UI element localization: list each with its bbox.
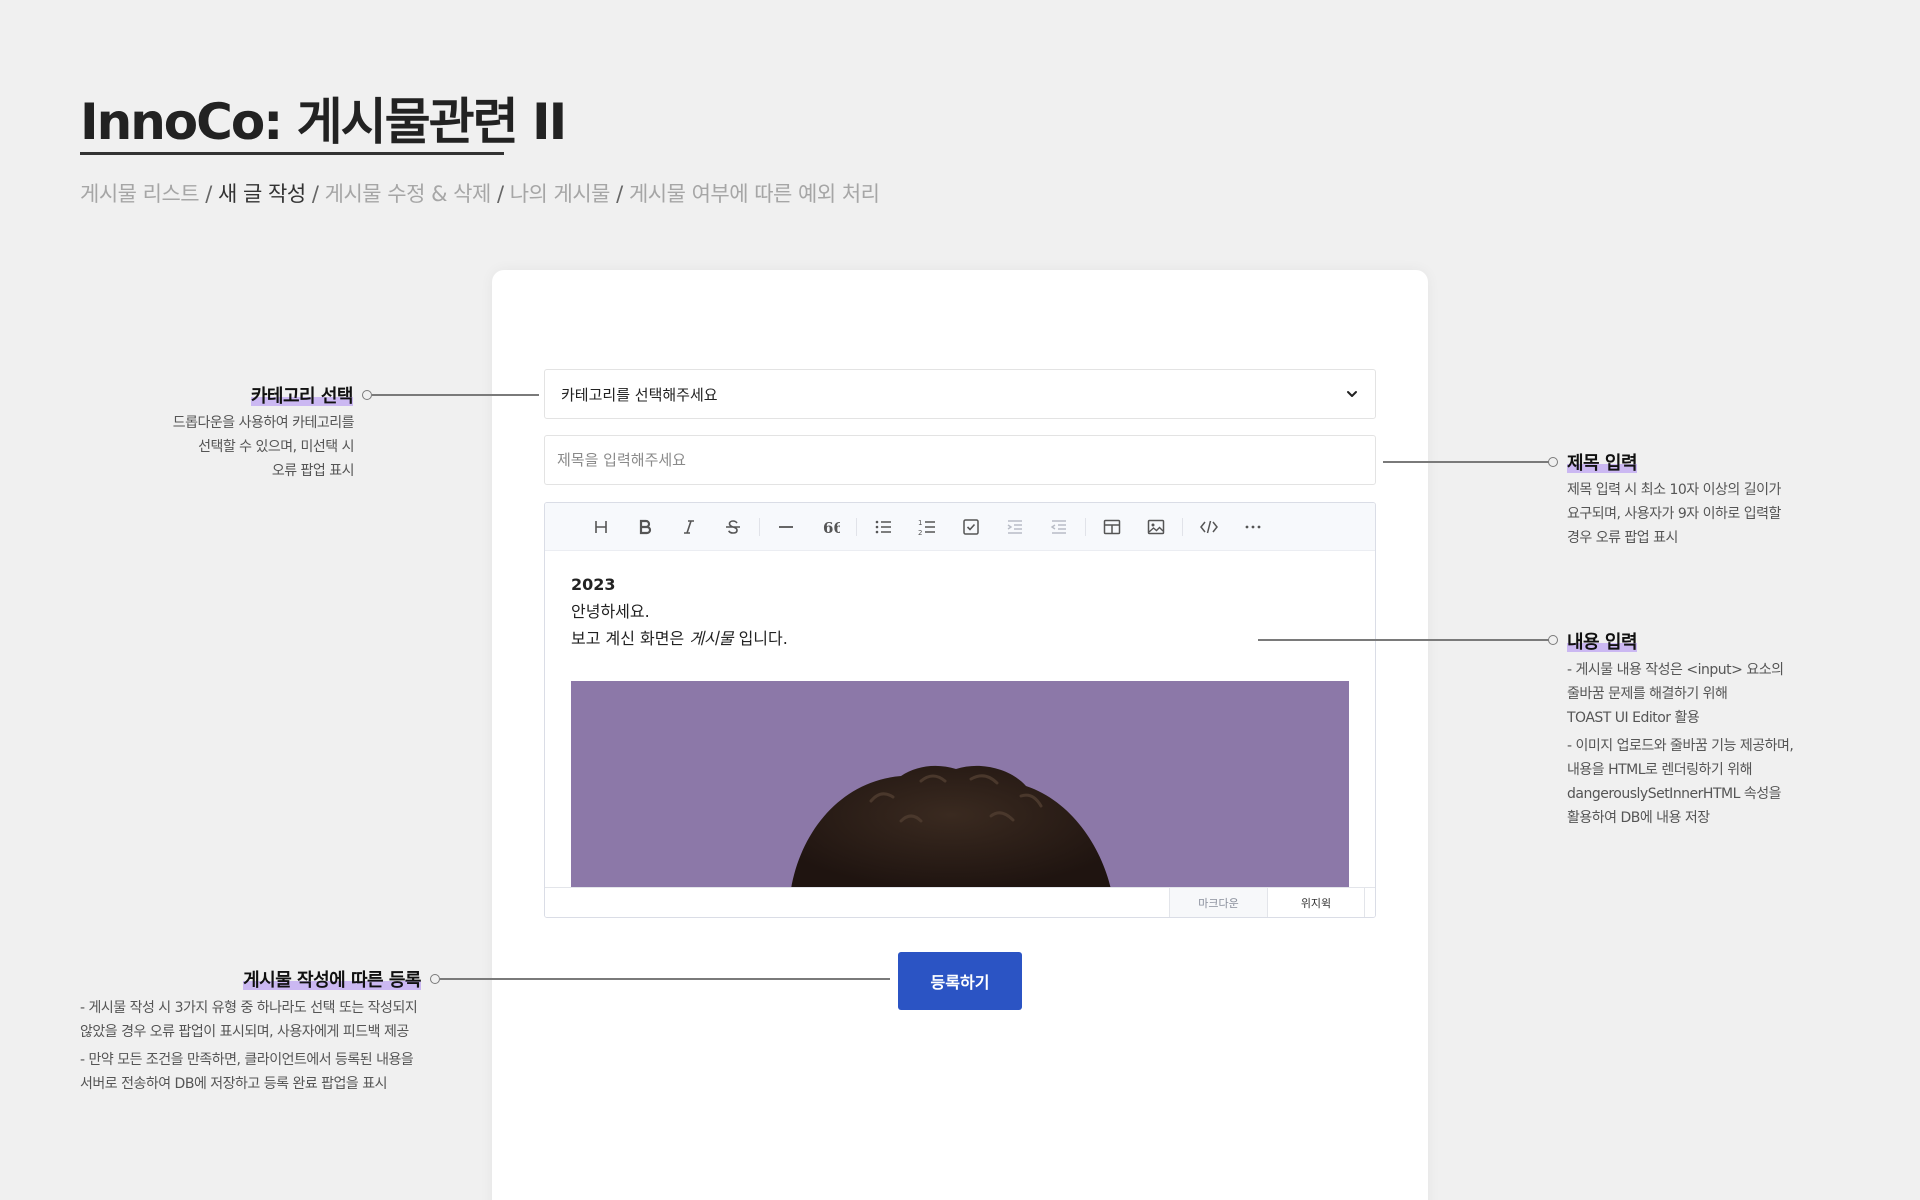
image-icon[interactable] [1134,503,1178,551]
annotation-line: 제목 입력 시 최소 10자 이상의 길이가 [1567,482,1781,498]
title-underline [80,152,504,155]
breadcrumb-item-new-post[interactable]: 새 글 작성 [218,182,306,206]
svg-text:2: 2 [918,529,922,537]
annotation-line: 경우 오류 팝업 표시 [1567,530,1678,546]
annotation-line: 줄바꿈 문제를 해결하기 위해 [1567,686,1728,702]
annotation-content-desc: - 게시물 내용 작성은 <input> 요소의 줄바꿈 문제를 해결하기 위해… [1567,658,1794,830]
toolbar-divider [1182,517,1183,536]
content-text: 보고 계신 화면은 [571,629,690,648]
content-line-description: 보고 계신 화면은 게시물 입니다. [571,625,1349,652]
task-list-icon[interactable] [949,503,993,551]
heading-icon[interactable] [579,503,623,551]
annotation-line: TOAST UI Editor 활용 [1567,710,1700,726]
chevron-down-icon [1347,391,1357,397]
ordered-list-icon[interactable]: 12 [905,503,949,551]
annotation-line: 내용을 HTML로 렌더링하기 위해 [1567,762,1753,778]
tab-markdown[interactable]: 마크다운 [1169,888,1267,917]
title-input[interactable] [544,435,1376,485]
breadcrumb-item-edit-delete[interactable]: 게시물 수정 & 삭제 [325,182,492,206]
annotation-title-title: 제목 입력 [1567,449,1638,475]
breadcrumb-separator: / [610,182,629,206]
breadcrumb-item-exceptions[interactable]: 게시물 여부에 따른 예외 처리 [629,182,880,206]
annotation-line: 서버로 전송하여 DB에 저장하고 등록 완료 팝업을 표시 [80,1076,388,1092]
annotation-line: 드롭다운을 사용하여 카테고리를 [172,415,355,431]
person-hair-photo [571,681,1349,889]
svg-text:66: 66 [823,519,840,537]
table-icon[interactable] [1090,503,1134,551]
toolbar-divider [856,517,857,536]
content-line-year: 2023 [571,575,616,594]
annotation-submit-title: 게시물 작성에 따른 등록 [243,966,421,992]
connector-dot [1548,635,1558,645]
annotation-item: - 게시물 작성 시 3가지 유형 중 하나라도 선택 또는 작성되지 않았을 … [80,996,418,1044]
hr-icon[interactable] [764,503,808,551]
quote-icon[interactable]: 66 [808,503,852,551]
breadcrumb-separator: / [490,182,510,206]
italic-icon[interactable] [667,503,711,551]
connector-dot [1548,457,1558,467]
annotation-item: - 만약 모든 조건을 만족하면, 클라이언트에서 등록된 내용을 서버로 전송… [80,1048,417,1096]
code-icon[interactable] [1187,503,1231,551]
bold-icon[interactable] [623,503,667,551]
annotation-line: - 게시물 작성 시 3가지 유형 중 하나라도 선택 또는 작성되지 [80,1000,418,1016]
submit-button[interactable]: 등록하기 [898,952,1022,1010]
breadcrumb-item-list[interactable]: 게시물 리스트 [80,182,200,206]
page-title: InnoCo: 게시물관련 II [80,93,567,151]
category-dropdown[interactable]: 카테고리를 선택해주세요 [544,369,1376,419]
breadcrumb: 게시물 리스트 / 새 글 작성 / 게시물 수정 & 삭제 / 나의 게시물 … [80,178,880,208]
annotation-title-desc: 제목 입력 시 최소 10자 이상의 길이가 요구되며, 사용자가 9자 이하로… [1567,478,1781,550]
annotation-line: 오류 팝업 표시 [271,463,355,479]
breadcrumb-separator: / [199,182,219,206]
connector-dot [362,390,372,400]
svg-text:1: 1 [918,519,922,527]
bullet-list-icon[interactable] [861,503,905,551]
strike-icon[interactable] [711,503,755,551]
annotation-line: - 게시물 내용 작성은 <input> 요소의 [1567,662,1784,678]
annotation-category-desc: 드롭다운을 사용하여 카테고리를 선택할 수 있으며, 미선택 시 오류 팝업 … [172,411,355,483]
editor-content[interactable]: 2023 안녕하세요. 보고 계신 화면은 게시물 입니다. [571,571,1349,652]
connector-line [440,978,890,980]
breadcrumb-item-my-posts[interactable]: 나의 게시물 [510,182,611,206]
more-icon[interactable] [1231,503,1275,551]
content-text: 입니다. [733,629,788,648]
content-line-greeting: 안녕하세요. [571,602,650,621]
annotation-item: - 이미지 업로드와 줄바꿈 기능 제공하며, 내용을 HTML로 렌더링하기 … [1567,734,1794,830]
annotation-line: 활용하여 DB에 내용 저장 [1567,810,1710,826]
annotation-category-title: 카테고리 선택 [250,382,354,408]
content-italic-text: 게시물 [689,629,734,648]
toolbar-divider [759,517,760,536]
annotation-item: - 게시물 내용 작성은 <input> 요소의 줄바꿈 문제를 해결하기 위해… [1567,658,1793,730]
editor-mode-tabs: 마크다운 위지윅 [545,887,1375,917]
annotation-line: 요구되며, 사용자가 9자 이하로 입력할 [1567,506,1781,522]
toolbar-divider [1085,517,1086,536]
connector-dot [430,974,440,984]
content-editor[interactable]: 66 12 2023 안녕하세요. 보고 계신 화면은 게시물 입니다. [544,502,1376,918]
tab-wysiwyg[interactable]: 위지윅 [1267,888,1365,917]
breadcrumb-separator: / [305,182,325,206]
category-dropdown-label: 카테고리를 선택해주세요 [561,385,718,404]
annotation-line: 선택할 수 있으며, 미선택 시 [198,439,354,455]
outdent-icon[interactable] [1037,503,1081,551]
connector-line [1383,461,1550,463]
annotation-submit-desc: - 게시물 작성 시 3가지 유형 중 하나라도 선택 또는 작성되지 않았을 … [80,996,418,1096]
connector-line [372,394,539,396]
annotation-line: dangerouslySetInnerHTML 속성을 [1567,786,1781,802]
annotation-line: - 만약 모든 조건을 만족하면, 클라이언트에서 등록된 내용을 [80,1052,414,1068]
annotation-line: - 이미지 업로드와 줄바꿈 기능 제공하며, [1567,738,1794,754]
annotation-content-title: 내용 입력 [1567,628,1638,654]
connector-line [1258,639,1550,641]
indent-icon[interactable] [993,503,1037,551]
annotation-line: 않았을 경우 오류 팝업이 표시되며, 사용자에게 피드백 제공 [80,1024,409,1040]
editor-toolbar: 66 12 [545,503,1375,551]
uploaded-image [571,681,1349,889]
